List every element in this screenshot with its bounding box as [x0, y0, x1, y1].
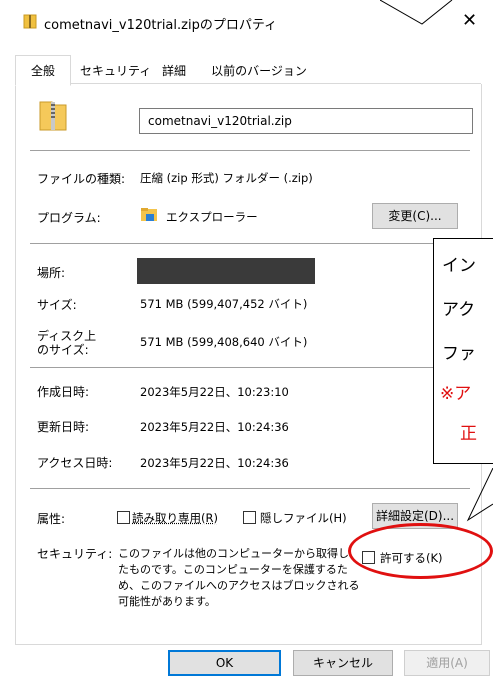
- file-type-label: ファイルの種類:: [37, 172, 126, 186]
- created-label: 作成日時:: [37, 385, 90, 399]
- tab-details[interactable]: 詳細: [153, 59, 195, 83]
- accessed-value: 2023年5月22日、10:24:36: [140, 456, 289, 470]
- file-name-field[interactable]: cometnavi_v120trial.zip: [139, 108, 473, 134]
- readonly-checkbox[interactable]: [117, 511, 130, 524]
- window-title: cometnavi_v120trial.zipのプロパティ: [44, 18, 278, 33]
- zip-folder-small-icon: [22, 13, 38, 32]
- tab-previous-versions[interactable]: 以前のバージョン: [207, 59, 311, 83]
- security-text-3: め、このファイルへのアクセスはブロックされる: [118, 579, 360, 592]
- cancel-button[interactable]: キャンセル: [293, 650, 393, 676]
- location-label: 場所:: [37, 266, 66, 280]
- callout-pointer-bottom: [466, 468, 493, 522]
- callout-line-5: 正: [460, 424, 477, 444]
- modified-value: 2023年5月22日、10:24:36: [140, 420, 289, 434]
- program-value: エクスプローラー: [166, 210, 258, 224]
- tab-security[interactable]: セキュリティ: [80, 59, 151, 83]
- close-icon[interactable]: ✕: [462, 10, 477, 31]
- annotation-callout: イン アク ファ ※ア 正: [433, 238, 493, 464]
- hidden-label[interactable]: 隠しファイル(H): [260, 510, 347, 526]
- program-label: プログラム:: [37, 211, 101, 225]
- security-text-2: たものです。このコンピューターを保護するた: [118, 563, 348, 576]
- separator-3: [30, 367, 470, 368]
- separator-2: [30, 243, 470, 244]
- callout-pointer-top: [380, 0, 453, 25]
- ok-button[interactable]: OK: [168, 650, 281, 676]
- zip-folder-icon: [37, 98, 69, 135]
- disk-size-label-2: のサイズ:: [37, 343, 89, 357]
- explorer-folder-icon: [140, 206, 158, 225]
- highlight-oval: [348, 523, 493, 579]
- callout-line-2: アク: [442, 300, 476, 320]
- hidden-checkbox[interactable]: [243, 511, 256, 524]
- security-text-4: 可能性があります。: [118, 595, 216, 608]
- change-program-button[interactable]: 変更(C)...: [372, 203, 458, 229]
- callout-line-3: ファ: [442, 344, 476, 364]
- file-type-value: 圧縮 (zip 形式) フォルダー (.zip): [140, 171, 313, 185]
- separator-4: [30, 488, 470, 489]
- accessed-label: アクセス日時:: [37, 456, 113, 470]
- attributes-label: 属性:: [37, 512, 66, 526]
- separator-1: [30, 150, 470, 151]
- apply-button[interactable]: 適用(A): [404, 650, 490, 676]
- size-label: サイズ:: [37, 298, 77, 312]
- size-value: 571 MB (599,407,452 バイト): [140, 297, 308, 311]
- security-label: セキュリティ:: [37, 547, 113, 561]
- created-value: 2023年5月22日、10:23:10: [140, 385, 289, 399]
- tab-general[interactable]: 全般: [15, 55, 71, 86]
- callout-line-1: イン: [442, 256, 476, 276]
- readonly-label[interactable]: 読み取り専用(R): [132, 510, 218, 526]
- disk-size-value: 571 MB (599,408,640 バイト): [140, 335, 308, 349]
- modified-label: 更新日時:: [37, 420, 90, 434]
- callout-line-4: ※ア: [440, 384, 472, 404]
- security-text-1: このファイルは他のコンピューターから取得し: [118, 547, 349, 560]
- redacted-location: [137, 258, 315, 284]
